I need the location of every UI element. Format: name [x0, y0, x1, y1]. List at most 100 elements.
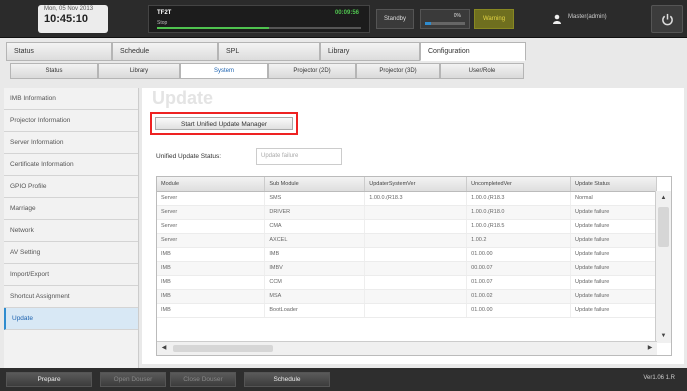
storage-meter: 0%: [420, 9, 470, 29]
table-cell: AXCEL: [264, 233, 366, 248]
standby-button[interactable]: Standby: [376, 9, 414, 29]
vertical-scroll-thumb[interactable]: [658, 207, 669, 247]
table-row[interactable]: IMB MSA 01.00.02 Update failure: [157, 289, 657, 304]
open-douser-button[interactable]: Open Douser: [100, 372, 166, 387]
column-header-updater-system-ver[interactable]: UpdaterSystemVer: [364, 177, 468, 192]
close-douser-button[interactable]: Close Douser: [170, 372, 236, 387]
subtab-projector-3d[interactable]: Projector (3D): [356, 63, 440, 79]
column-header-update-status[interactable]: Update Status: [570, 177, 657, 192]
table-cell: [364, 261, 468, 276]
horizontal-scrollbar[interactable]: ◀ ▶: [157, 341, 657, 355]
table-cell: Server: [157, 219, 266, 234]
user-name[interactable]: Master(admin): [568, 14, 607, 20]
column-header-uncompleted-ver[interactable]: UncompletedVer: [466, 177, 572, 192]
page-title: Update: [152, 88, 214, 108]
table-cell: IMB: [157, 303, 266, 318]
table-row[interactable]: Server SMS 1.00.0.(R18.3 1.00.0.(R18.3 Norma…: [157, 191, 657, 206]
sidebar: IMB Information Projector Information Se…: [4, 88, 139, 386]
table-cell: 1.00.0.(R18.3: [364, 191, 468, 206]
update-panel: Update Start Unified Update Manager Unif…: [142, 88, 684, 364]
warning-indicator[interactable]: Warning: [474, 9, 514, 29]
table-cell: Update failure: [570, 289, 657, 304]
table-cell: DRIVER: [264, 205, 366, 220]
table-cell: [364, 289, 468, 304]
table-cell: 1.00.0.(R18.3: [466, 191, 572, 206]
table-cell: 1.00.0.(R18.0: [466, 205, 572, 220]
table-cell: [364, 247, 468, 262]
top-bar: Mon, 05 Nov 2013 10:45:10 TF2T Stop 00:0…: [0, 0, 687, 38]
sidebar-item-shortcut-assignment[interactable]: Shortcut Assignment: [4, 286, 138, 308]
table-row[interactable]: IMB IMB 01.00.00 Update failure: [157, 247, 657, 262]
table-cell: Update failure: [570, 205, 657, 220]
table-row[interactable]: IMB BootLoader 01.00.00 Update failure: [157, 303, 657, 318]
sidebar-item-import-export[interactable]: Import/Export: [4, 264, 138, 286]
sidebar-item-imb-information[interactable]: IMB Information: [4, 88, 138, 110]
power-button[interactable]: [651, 5, 683, 33]
schedule-button[interactable]: Schedule: [244, 372, 330, 387]
start-button-label: Start Unified Update Manager: [155, 117, 293, 130]
sidebar-item-projector-information[interactable]: Projector Information: [4, 110, 138, 132]
table-cell: 01.00.07: [466, 275, 572, 290]
table-header-row: Module Sub Module UpdaterSystemVer Uncom…: [157, 177, 657, 192]
tab-status[interactable]: Status: [6, 42, 112, 61]
sidebar-item-update[interactable]: Update: [4, 308, 138, 330]
subtab-status[interactable]: Status: [10, 63, 98, 79]
screen-name: TF2T: [157, 10, 172, 16]
table-cell: IMB: [157, 289, 266, 304]
table-row[interactable]: IMB CCM 01.00.07 Update failure: [157, 275, 657, 290]
scroll-up-arrow-icon[interactable]: ▲: [656, 191, 671, 205]
table-cell: [364, 219, 468, 234]
scroll-down-arrow-icon[interactable]: ▼: [656, 329, 671, 343]
column-header-module[interactable]: Module: [157, 177, 266, 192]
scroll-left-arrow-icon[interactable]: ◀: [157, 342, 171, 355]
table-row[interactable]: IMB IMBV 00.00.07 Update failure: [157, 261, 657, 276]
table-row[interactable]: Server CMA 1.00.0.(R18.5 Update failure: [157, 219, 657, 234]
tab-spl[interactable]: SPL: [218, 42, 320, 61]
main-tabs: Status Schedule SPL Library Configuratio…: [0, 42, 687, 61]
prepare-button[interactable]: Prepare: [6, 372, 92, 387]
playback-status-panel: TF2T Stop 00:09:56: [148, 5, 370, 33]
start-unified-update-manager-button[interactable]: Start Unified Update Manager: [150, 112, 298, 135]
table-cell: BootLoader: [264, 303, 366, 318]
user-icon: [553, 14, 561, 24]
table-cell: CMA: [264, 219, 366, 234]
subtab-system[interactable]: System: [180, 63, 268, 79]
table-cell: IMB: [157, 261, 266, 276]
sidebar-item-av-setting[interactable]: AV Setting: [4, 242, 138, 264]
playback-progress-fill: [157, 27, 270, 29]
table-cell: Server: [157, 233, 266, 248]
tab-configuration[interactable]: Configuration: [420, 42, 526, 61]
table-cell: [364, 233, 468, 248]
meter-percent: 0%: [453, 13, 461, 19]
column-header-sub-module[interactable]: Sub Module: [264, 177, 366, 192]
table-cell: Update failure: [570, 247, 657, 262]
subtab-library[interactable]: Library: [98, 63, 180, 79]
clock-time: 10:45:10: [44, 13, 89, 25]
unified-update-status-field: Update failure: [256, 148, 342, 165]
horizontal-scroll-thumb[interactable]: [173, 345, 273, 352]
scroll-right-arrow-icon[interactable]: ▶: [643, 342, 657, 355]
vertical-scrollbar[interactable]: ▲ ▼: [655, 191, 671, 343]
table-cell: Update failure: [570, 233, 657, 248]
tab-library[interactable]: Library: [320, 42, 420, 61]
table-cell: Server: [157, 191, 266, 206]
clock: Mon, 05 Nov 2013 10:45:10: [38, 5, 108, 33]
table-row[interactable]: Server AXCEL 1.00.2 Update failure: [157, 233, 657, 248]
table-cell: IMBV: [264, 261, 366, 276]
tab-schedule[interactable]: Schedule: [112, 42, 218, 61]
sidebar-item-certificate-information[interactable]: Certificate Information: [4, 154, 138, 176]
table-cell: [364, 275, 468, 290]
table-cell: CCM: [264, 275, 366, 290]
sidebar-item-network[interactable]: Network: [4, 220, 138, 242]
subtab-user-role[interactable]: User/Role: [440, 63, 524, 79]
table-row[interactable]: Server DRIVER 1.00.0.(R18.0 Update failure: [157, 205, 657, 220]
sidebar-item-marriage[interactable]: Marriage: [4, 198, 138, 220]
meter-bar: [425, 22, 465, 25]
sidebar-item-server-information[interactable]: Server Information: [4, 132, 138, 154]
subtab-projector-2d[interactable]: Projector (2D): [268, 63, 356, 79]
table-cell: IMB: [264, 247, 366, 262]
version-label: Ver1.06 1.R: [643, 375, 675, 381]
table-cell: 1.00.0.(R18.5: [466, 219, 572, 234]
sidebar-item-gpio-profile[interactable]: GPIO Profile: [4, 176, 138, 198]
table-cell: Update failure: [570, 219, 657, 234]
